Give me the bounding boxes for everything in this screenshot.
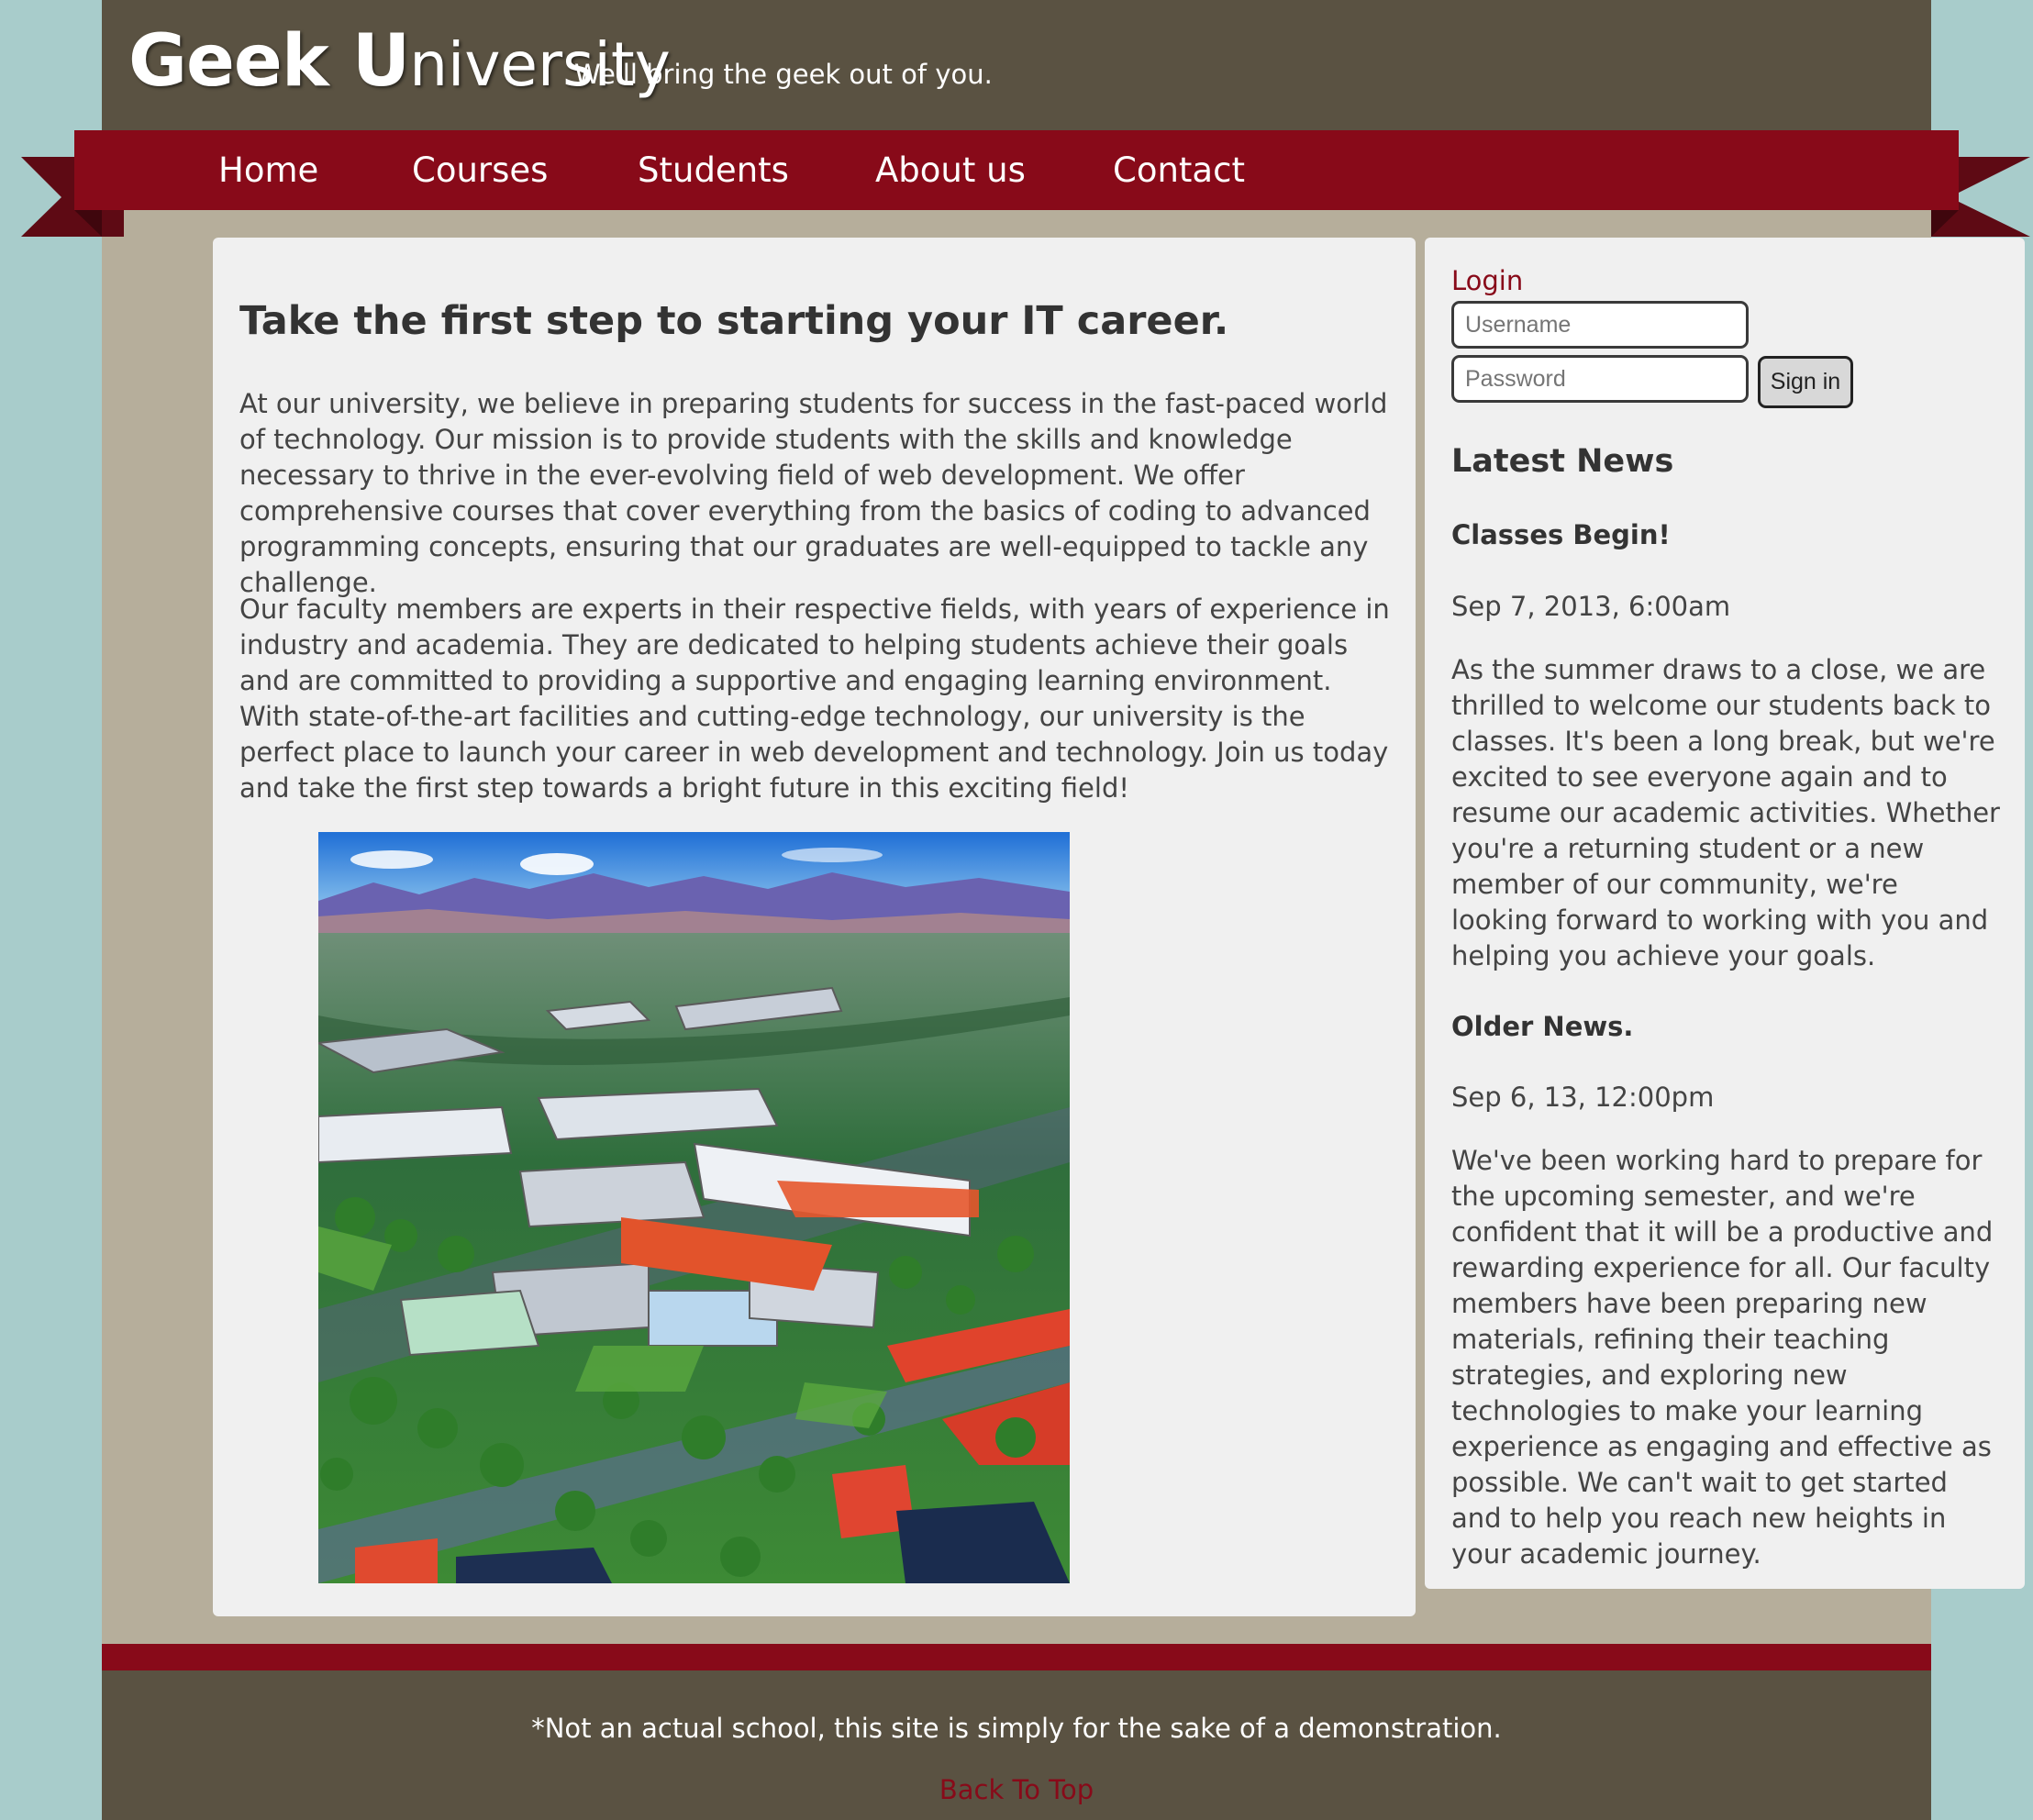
page-heading: Take the first step to starting your IT … bbox=[239, 298, 1229, 344]
login-label: Login bbox=[1451, 265, 1524, 296]
nav-item-contact[interactable]: Contact bbox=[1113, 150, 1245, 190]
news-title: Older News. bbox=[1451, 1011, 1634, 1042]
news-body: We've been working hard to prepare for t… bbox=[1451, 1145, 1994, 1570]
site-tagline: We'll bring the geek out of you. bbox=[574, 59, 993, 90]
news-body: As the summer draws to a close, we are t… bbox=[1451, 654, 2000, 971]
nav-item-about-us[interactable]: About us bbox=[875, 150, 1026, 190]
intro-paragraph-1: At our university, we believe in prepari… bbox=[239, 388, 1388, 598]
campus-aerial-image bbox=[318, 832, 1070, 1583]
nav-item-home[interactable]: Home bbox=[218, 150, 318, 190]
sign-in-button[interactable]: Sign in bbox=[1758, 356, 1853, 408]
news-date: Sep 7, 2013, 6:00am bbox=[1451, 591, 1731, 622]
ribbon-fold-left bbox=[74, 210, 102, 237]
site-footer: *Not an actual school, this site is simp… bbox=[102, 1670, 1931, 1820]
footer-disclaimer: *Not an actual school, this site is simp… bbox=[531, 1713, 1502, 1744]
intro-paragraph-2: Our faculty members are experts in their… bbox=[239, 594, 1390, 804]
nav-item-students[interactable]: Students bbox=[638, 150, 789, 190]
main-navigation: Home Courses Students About us Contact bbox=[74, 130, 1959, 210]
sidebar-panel: Login Sign in Latest News Classes Begin!… bbox=[1425, 238, 2025, 1589]
main-content-panel: Take the first step to starting your IT … bbox=[213, 238, 1416, 1616]
password-input[interactable] bbox=[1451, 355, 1749, 403]
back-to-top-link[interactable]: Back To Top bbox=[102, 1774, 1931, 1805]
logo-u: U bbox=[351, 20, 410, 103]
username-input[interactable] bbox=[1451, 301, 1749, 349]
logo-geek: Geek bbox=[128, 20, 352, 103]
page-wrapper: Geek University We'll bring the geek out… bbox=[102, 0, 2025, 1820]
news-date: Sep 6, 13, 12:00pm bbox=[1451, 1082, 1715, 1113]
site-header: Geek University We'll bring the geek out… bbox=[102, 0, 1931, 130]
footer-accent-band bbox=[102, 1644, 1931, 1670]
latest-news-heading: Latest News bbox=[1451, 443, 1674, 480]
ribbon-fold-right bbox=[1931, 210, 1959, 237]
nav-item-courses[interactable]: Courses bbox=[412, 150, 548, 190]
news-title: Classes Begin! bbox=[1451, 519, 1671, 550]
